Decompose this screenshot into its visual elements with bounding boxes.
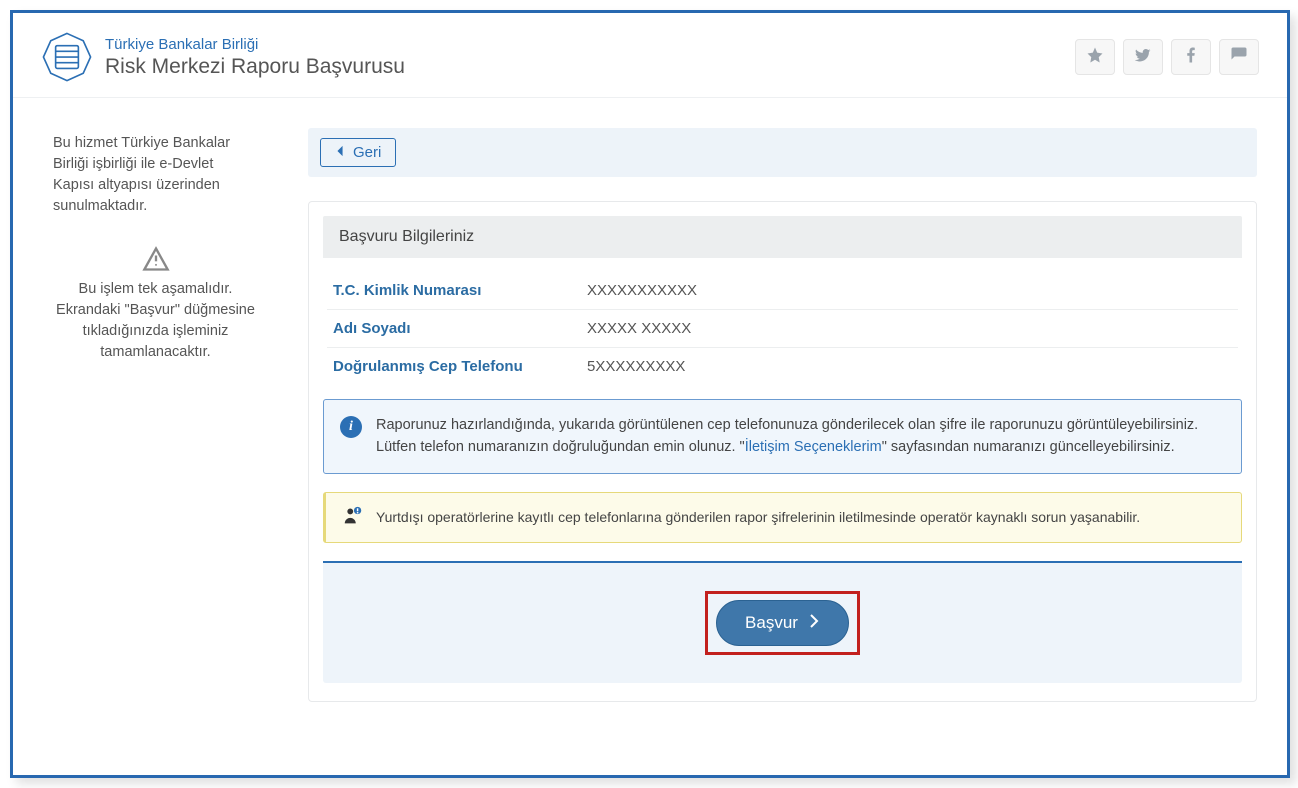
main-content: Geri Başvuru Bilgileriniz T.C. Kimlik Nu…: [288, 98, 1287, 732]
info-row: Doğrulanmış Cep Telefonu 5XXXXXXXXX: [327, 348, 1238, 385]
app-window: Türkiye Bankalar Birliği Risk Merkezi Ra…: [10, 10, 1290, 778]
info-label: Doğrulanmış Cep Telefonu: [327, 358, 587, 375]
alert-warning-text: Yurtdışı operatörlerine kayıtlı cep tele…: [376, 509, 1140, 525]
info-value: XXXXXXXXXXX: [587, 282, 697, 299]
alert-info-text: Raporunuz hazırlandığında, yukarıda görü…: [376, 414, 1225, 459]
org-name: Türkiye Bankalar Birliği: [105, 36, 405, 53]
star-icon: [1086, 46, 1104, 69]
sidebar-warning-text: Bu işlem tek aşamalıdır. Ekrandaki "Başv…: [56, 281, 255, 360]
alert-warning: Yurtdışı operatörlerine kayıtlı cep tele…: [323, 492, 1242, 543]
twitter-button[interactable]: [1123, 39, 1163, 75]
page-header: Türkiye Bankalar Birliği Risk Merkezi Ra…: [13, 13, 1287, 97]
info-icon: i: [340, 416, 362, 438]
comment-icon: [1230, 46, 1248, 69]
page-body: Bu hizmet Türkiye Bankalar Birliği işbir…: [13, 97, 1287, 732]
form-panel: Başvuru Bilgileriniz T.C. Kimlik Numaras…: [308, 201, 1257, 702]
submit-button-label: Başvur: [745, 613, 798, 633]
info-label: Adı Soyadı: [327, 320, 587, 337]
twitter-icon: [1134, 46, 1152, 69]
back-button[interactable]: Geri: [320, 138, 396, 167]
comment-button[interactable]: [1219, 39, 1259, 75]
sidebar-info-text: Bu hizmet Türkiye Bankalar Birliği işbir…: [53, 135, 230, 214]
org-logo: [41, 31, 93, 83]
info-rows: T.C. Kimlik Numarası XXXXXXXXXXX Adı Soy…: [323, 272, 1242, 385]
highlight-box: Başvur: [705, 591, 860, 655]
facebook-icon: [1182, 46, 1200, 69]
header-titles: Türkiye Bankalar Birliği Risk Merkezi Ra…: [105, 36, 405, 79]
warning-icon: [53, 245, 258, 273]
info-value: 5XXXXXXXXX: [587, 358, 685, 375]
info-label: T.C. Kimlik Numarası: [327, 282, 587, 299]
info-row: Adı Soyadı XXXXX XXXXX: [327, 310, 1238, 348]
star-button[interactable]: [1075, 39, 1115, 75]
info-value: XXXXX XXXXX: [587, 320, 691, 337]
contact-options-link[interactable]: İletişim Seçeneklerim: [745, 439, 882, 455]
facebook-button[interactable]: [1171, 39, 1211, 75]
sidebar-info-warning: Bu işlem tek aşamalıdır. Ekrandaki "Başv…: [53, 245, 258, 363]
alert-info-suffix: " sayfasından numaranızı güncelleyebilir…: [882, 439, 1175, 455]
chevron-left-icon: [335, 144, 345, 161]
submit-button[interactable]: Başvur: [716, 600, 849, 646]
page-title: Risk Merkezi Raporu Başvurusu: [105, 55, 405, 79]
chevron-right-icon: [808, 613, 820, 633]
section-heading: Başvuru Bilgileriniz: [323, 216, 1242, 258]
info-row: T.C. Kimlik Numarası XXXXXXXXXXX: [327, 272, 1238, 310]
sidebar: Bu hizmet Türkiye Bankalar Birliği işbir…: [13, 98, 288, 732]
user-alert-icon: [342, 505, 364, 530]
sidebar-info-provider: Bu hizmet Türkiye Bankalar Birliği işbir…: [53, 133, 258, 217]
alert-info: i Raporunuz hazırlandığında, yukarıda gö…: [323, 399, 1242, 474]
action-bar: Başvur: [323, 561, 1242, 683]
header-left: Türkiye Bankalar Birliği Risk Merkezi Ra…: [41, 31, 405, 83]
social-buttons: [1075, 39, 1259, 75]
back-button-label: Geri: [353, 144, 381, 161]
breadcrumb-bar: Geri: [308, 128, 1257, 177]
